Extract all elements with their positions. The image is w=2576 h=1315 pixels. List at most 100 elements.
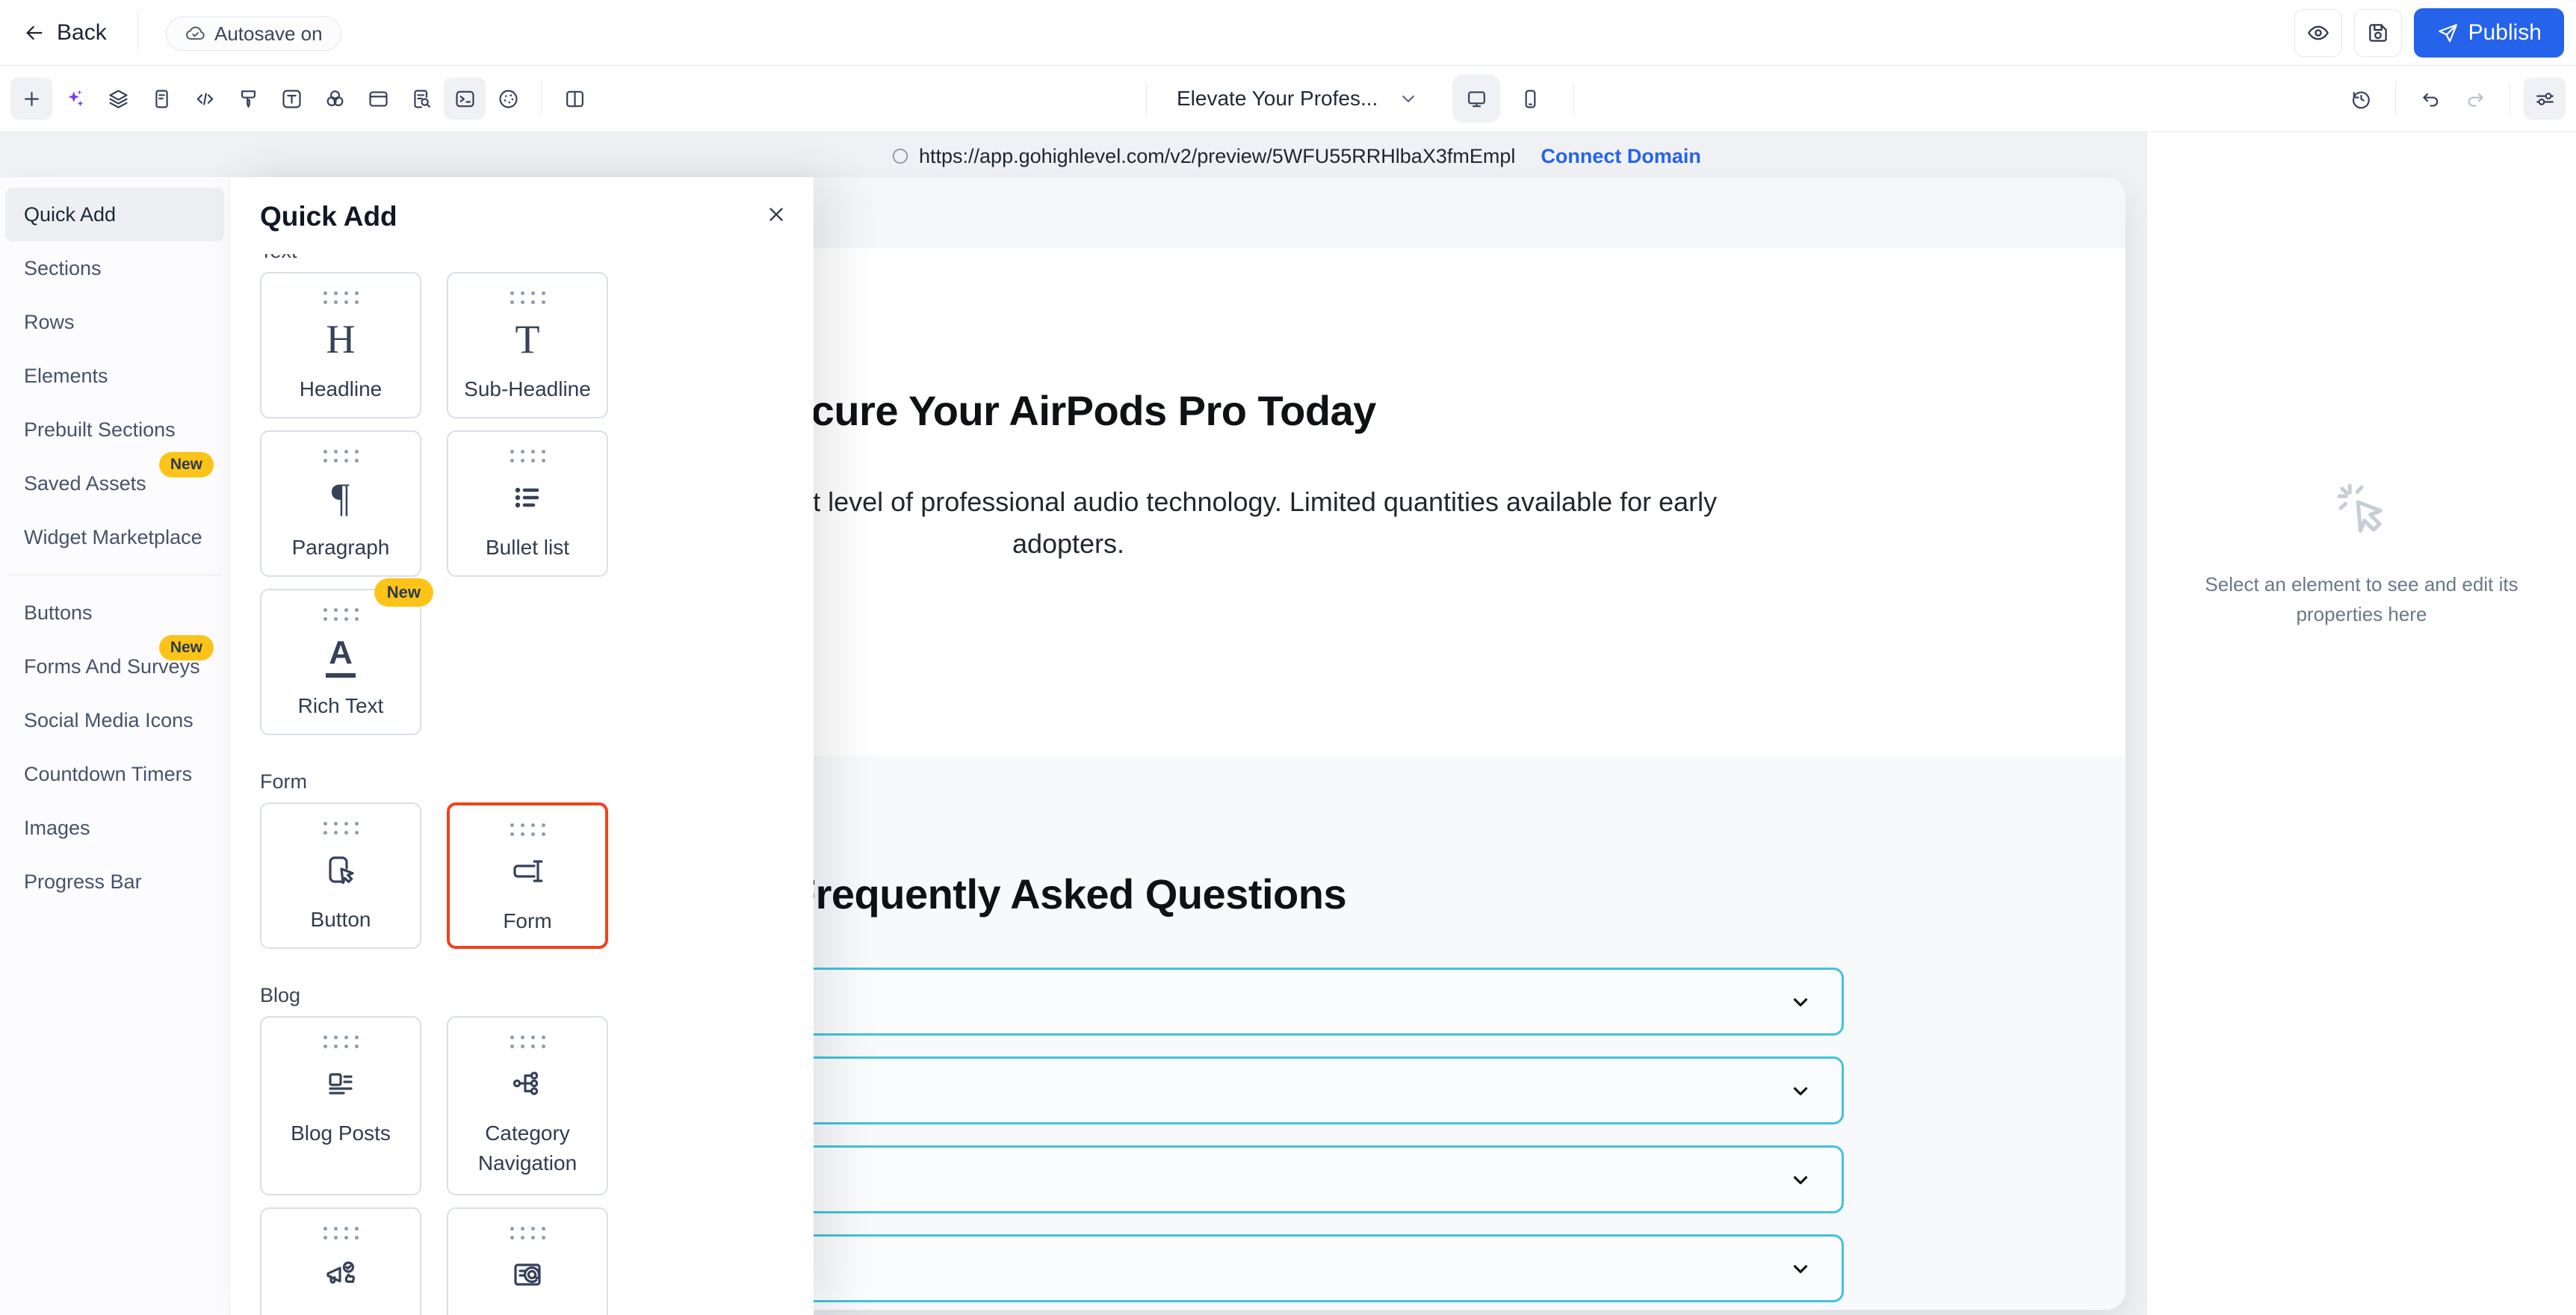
- element-tile-headline[interactable]: H Headline: [260, 272, 421, 418]
- chevron-down-icon: [1793, 1175, 1808, 1184]
- two-columns-icon: [566, 90, 583, 107]
- connect-domain-link[interactable]: Connect Domain: [1541, 145, 1701, 168]
- history-button[interactable]: [2340, 78, 2382, 120]
- seo-doc-search-tool-button[interactable]: [400, 78, 442, 120]
- chevron-down-icon: [1793, 1086, 1808, 1095]
- cloud-check-icon: [186, 25, 205, 40]
- sidebar-item-saved-assets[interactable]: Saved Assets New: [5, 452, 224, 510]
- color-circles-tool-button[interactable]: [314, 78, 356, 120]
- new-badge: New: [158, 635, 214, 660]
- settings-sliders-button[interactable]: [2524, 78, 2566, 120]
- quick-add-header: Quick Add: [230, 177, 814, 254]
- publish-button[interactable]: Publish: [2413, 8, 2564, 58]
- sidebar-item-progress-bar[interactable]: Progress Bar: [5, 855, 224, 909]
- preview-url-bar: https://app.gohighlevel.com/v2/preview/5…: [891, 136, 1701, 176]
- close-icon: [770, 208, 783, 221]
- page-outline-tool-button[interactable]: [140, 78, 182, 120]
- element-tile-category-navigation[interactable]: Category Navigation: [447, 1016, 608, 1195]
- undo-button[interactable]: [2409, 78, 2451, 120]
- layers-icon: [108, 89, 128, 108]
- element-tile-rich-text[interactable]: A Rich Text New: [260, 578, 433, 735]
- autosave-label: Autosave on: [214, 22, 323, 45]
- quick-add-section-text: Text H Headline T Sub-Headline ¶ Paragraph Bull…: [260, 254, 784, 735]
- subheadline-glyph-icon: T: [515, 317, 540, 362]
- ai-sparkles-tool-button[interactable]: [54, 78, 96, 120]
- terminal-tool-button[interactable]: [444, 78, 486, 120]
- plus-tool-button[interactable]: [10, 78, 52, 120]
- tile-label: Rich Text: [297, 694, 384, 717]
- tile-label: Form: [503, 909, 552, 932]
- sidebar-item-social-media-icons[interactable]: Social Media Icons: [5, 693, 224, 747]
- back-button[interactable]: Back: [22, 0, 107, 66]
- preview-url: https://app.gohighlevel.com/v2/preview/5…: [919, 144, 1516, 167]
- header-actions: Publish: [2294, 7, 2564, 58]
- cookie-tool-button[interactable]: [487, 78, 529, 120]
- typography-icon: [282, 89, 301, 108]
- tile-label: Sub-Headline: [464, 377, 591, 400]
- sidebar-item-buttons[interactable]: Buttons: [5, 586, 224, 640]
- close-panel-button[interactable]: [758, 197, 794, 232]
- sidebar-item-widget-marketplace[interactable]: Widget Marketplace: [5, 510, 224, 564]
- desktop-view-button[interactable]: [1452, 75, 1501, 123]
- two-columns-tool-button[interactable]: [554, 78, 595, 120]
- tile-label: Blog Posts: [291, 1121, 391, 1145]
- properties-empty-state: Select an element to see and edit its pr…: [2205, 573, 2518, 625]
- button-click-icon: [329, 856, 354, 885]
- tile-label: Button: [310, 908, 371, 931]
- builder-sidebar: Quick Add Sections Rows Elements Prebuilt Se…: [0, 177, 229, 1315]
- toolbar-divider: [1573, 82, 1575, 115]
- sidebar-item-elements[interactable]: Elements: [5, 349, 224, 403]
- mobile-view-button[interactable]: [1506, 75, 1554, 123]
- quick-add-section-form: Form Button Form: [260, 770, 784, 949]
- header-divider: [137, 10, 138, 55]
- redo-icon: [2468, 93, 2483, 107]
- drag-handle-dots: [323, 450, 359, 462]
- toolbar-divider: [2395, 82, 2396, 115]
- chevron-down-icon: [1793, 997, 1808, 1006]
- redo-button[interactable]: [2454, 78, 2496, 120]
- publish-label: Publish: [2468, 20, 2542, 45]
- sidebar-item-rows[interactable]: Rows: [5, 295, 224, 349]
- bullet-list-icon: [515, 487, 539, 508]
- tile-icon-wrap: H: [261, 315, 420, 364]
- sidebar-item-prebuilt-sections[interactable]: Prebuilt Sections: [5, 403, 224, 457]
- drag-handle-dots: [323, 1036, 359, 1048]
- typography-tool-button[interactable]: [270, 78, 312, 120]
- sidebar-item-sections[interactable]: Sections: [5, 241, 224, 295]
- drag-handle-dots: [510, 1036, 545, 1048]
- sidebar-item-quick-add[interactable]: Quick Add: [5, 188, 224, 241]
- element-tile-social-share[interactable]: Social Share: [260, 1207, 421, 1315]
- terminal-icon: [455, 90, 474, 107]
- drag-handle-dots: [510, 291, 545, 304]
- drag-handle-dots: [510, 823, 545, 836]
- save-button[interactable]: [2353, 9, 2402, 57]
- tile-label: Paragraph: [291, 536, 390, 559]
- sidebar-item-countdown-timers[interactable]: Countdown Timers: [5, 747, 224, 801]
- preview-button[interactable]: [2294, 9, 2342, 57]
- element-tile-paragraph[interactable]: ¶ Paragraph: [260, 430, 421, 577]
- subscribe-mail-icon: [514, 1263, 541, 1286]
- layers-tool-button[interactable]: [97, 78, 139, 120]
- toolbar-right-icons: [2340, 66, 2566, 132]
- page-selector-dropdown[interactable]: Elevate Your Profes...: [1157, 87, 1439, 111]
- sidebar-item-forms-and-surveys[interactable]: Forms And Surveys New: [5, 635, 224, 693]
- chevron-down-icon: [1793, 1264, 1808, 1273]
- paragraph-glyph-icon: ¶: [331, 475, 350, 520]
- desktop-icon: [1467, 90, 1485, 107]
- element-tile-blog-posts[interactable]: Blog Posts: [260, 1016, 421, 1195]
- section-frame-tool-button[interactable]: [357, 78, 399, 120]
- element-tile-bullet-list[interactable]: Bullet list: [447, 430, 608, 577]
- properties-panel: Select an element to see and edit its pr…: [2146, 132, 2576, 1315]
- element-tile-subscribe-to-mailing-list[interactable]: Subscribe to Mailing List: [447, 1207, 608, 1315]
- element-tile-form[interactable]: Form: [447, 802, 608, 949]
- custom-code-icon: [196, 92, 213, 105]
- back-label: Back: [57, 20, 107, 45]
- paint-roller-tool-button[interactable]: [227, 78, 269, 120]
- custom-code-tool-button[interactable]: [184, 78, 226, 120]
- element-tile-sub-headline[interactable]: T Sub-Headline: [447, 272, 608, 418]
- tile-icon-wrap: [261, 845, 420, 894]
- sidebar-item-images[interactable]: Images: [5, 801, 224, 855]
- element-tile-button[interactable]: Button: [260, 802, 421, 949]
- drag-handle-dots: [510, 450, 545, 462]
- section-label: Text: [260, 254, 784, 263]
